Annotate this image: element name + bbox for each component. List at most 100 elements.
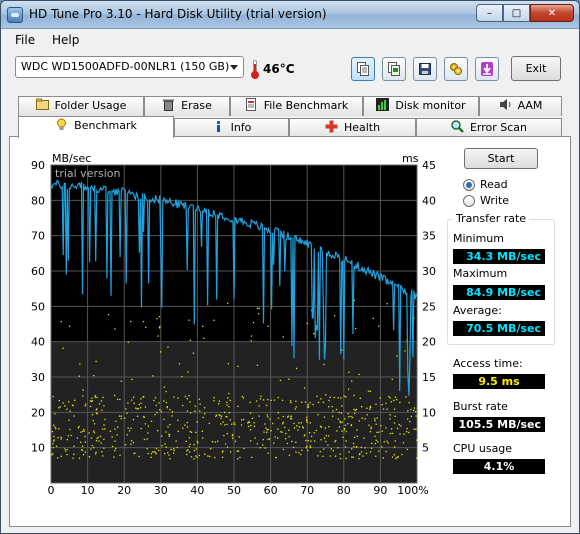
access-time-point: [309, 445, 311, 447]
access-time-point: [340, 412, 343, 414]
access-time-point: [347, 413, 349, 415]
access-time-point: [170, 448, 172, 451]
access-time-point: [372, 317, 374, 319]
access-time-point: [203, 407, 206, 409]
access-time-point: [159, 351, 162, 353]
access-time-point: [328, 435, 330, 437]
access-time-point: [375, 439, 377, 441]
access-time-point: [294, 408, 296, 410]
access-time-point: [317, 414, 319, 416]
access-time-point: [169, 434, 171, 436]
access-time-point: [173, 452, 175, 454]
access-time-point: [266, 429, 268, 431]
access-time-point: [226, 401, 228, 404]
access-time-point: [182, 404, 184, 407]
access-time-point: [78, 425, 80, 428]
access-time-point: [169, 458, 171, 460]
y-right-unit-label: ms: [402, 152, 419, 165]
access-time-point: [126, 434, 128, 436]
access-time-point: [350, 424, 353, 427]
access-time-point: [93, 432, 95, 434]
access-time-point: [376, 431, 378, 434]
access-time-point: [339, 453, 341, 455]
access-time-point: [285, 432, 287, 435]
access-time-point: [262, 399, 265, 401]
access-time-point: [369, 408, 371, 410]
access-time-point: [114, 440, 116, 442]
access-time-point: [202, 416, 204, 419]
access-time-point: [184, 395, 187, 398]
access-time-point: [154, 397, 157, 399]
access-time-point: [274, 436, 276, 438]
access-time-point: [308, 432, 311, 434]
read-radio[interactable]: Read: [463, 178, 543, 192]
access-time-point: [107, 314, 110, 316]
access-time-point: [69, 410, 71, 412]
access-time-point: [173, 447, 175, 450]
access-time-point: [370, 427, 372, 430]
access-time-point: [198, 454, 200, 457]
access-time-point: [165, 446, 167, 448]
access-time-point: [93, 423, 96, 425]
access-time-point: [343, 395, 345, 397]
access-time-point: [95, 412, 98, 414]
minimum-label: Minimum: [453, 232, 504, 245]
access-time-point: [207, 455, 209, 457]
access-time-point: [397, 456, 399, 458]
access-time-point: [169, 408, 171, 411]
access-time-point: [407, 418, 409, 420]
access-time-point: [377, 441, 379, 443]
access-time-point: [234, 440, 237, 442]
access-time-point: [68, 419, 70, 421]
access-time-point: [88, 432, 90, 434]
access-time-point: [361, 405, 363, 408]
access-time-point: [284, 426, 286, 429]
access-time-point: [119, 398, 121, 401]
access-time-point: [333, 315, 336, 317]
access-time-point: [327, 444, 329, 446]
access-time-point: [165, 401, 168, 404]
access-time-point: [403, 433, 405, 435]
access-time-point: [220, 423, 222, 425]
access-time-point: [385, 450, 387, 453]
access-time-point: [186, 421, 188, 424]
access-time-point: [188, 451, 191, 453]
access-time-point: [116, 398, 119, 401]
access-time-point: [189, 443, 191, 446]
access-time-point: [146, 448, 148, 450]
access-time-point: [114, 328, 116, 330]
access-time-point: [353, 446, 355, 448]
y-left-tick-label: 60: [31, 265, 45, 278]
start-button[interactable]: Start: [464, 148, 538, 169]
access-time-point: [89, 405, 92, 408]
access-time-point: [396, 355, 398, 357]
access-time-point: [157, 335, 159, 337]
access-time-point: [295, 451, 297, 453]
access-time-point: [306, 421, 308, 423]
access-time-point: [242, 418, 245, 421]
access-time-point: [145, 326, 147, 328]
access-time-point: [209, 455, 211, 458]
write-radio[interactable]: Write: [463, 194, 543, 208]
access-time-point: [337, 418, 339, 420]
access-time-point: [151, 451, 154, 453]
access-time-point: [140, 427, 142, 430]
access-time-point: [124, 443, 127, 446]
access-time-point: [250, 440, 252, 442]
access-time-point: [163, 400, 165, 402]
access-time-point: [270, 430, 272, 432]
access-time-point: [325, 440, 327, 443]
access-time-point: [388, 395, 390, 398]
access-time-point: [288, 454, 291, 456]
access-time-point: [136, 415, 139, 417]
access-time-point: [345, 457, 347, 460]
access-time-point: [83, 428, 85, 431]
access-time-point: [221, 456, 224, 458]
access-time-point: [264, 447, 266, 449]
access-time-point: [78, 375, 80, 377]
access-time-point: [301, 449, 303, 451]
access-time-point: [311, 435, 313, 438]
access-time-point: [358, 457, 360, 460]
access-time-point: [214, 441, 216, 443]
burst-rate-label: Burst rate: [453, 400, 508, 413]
